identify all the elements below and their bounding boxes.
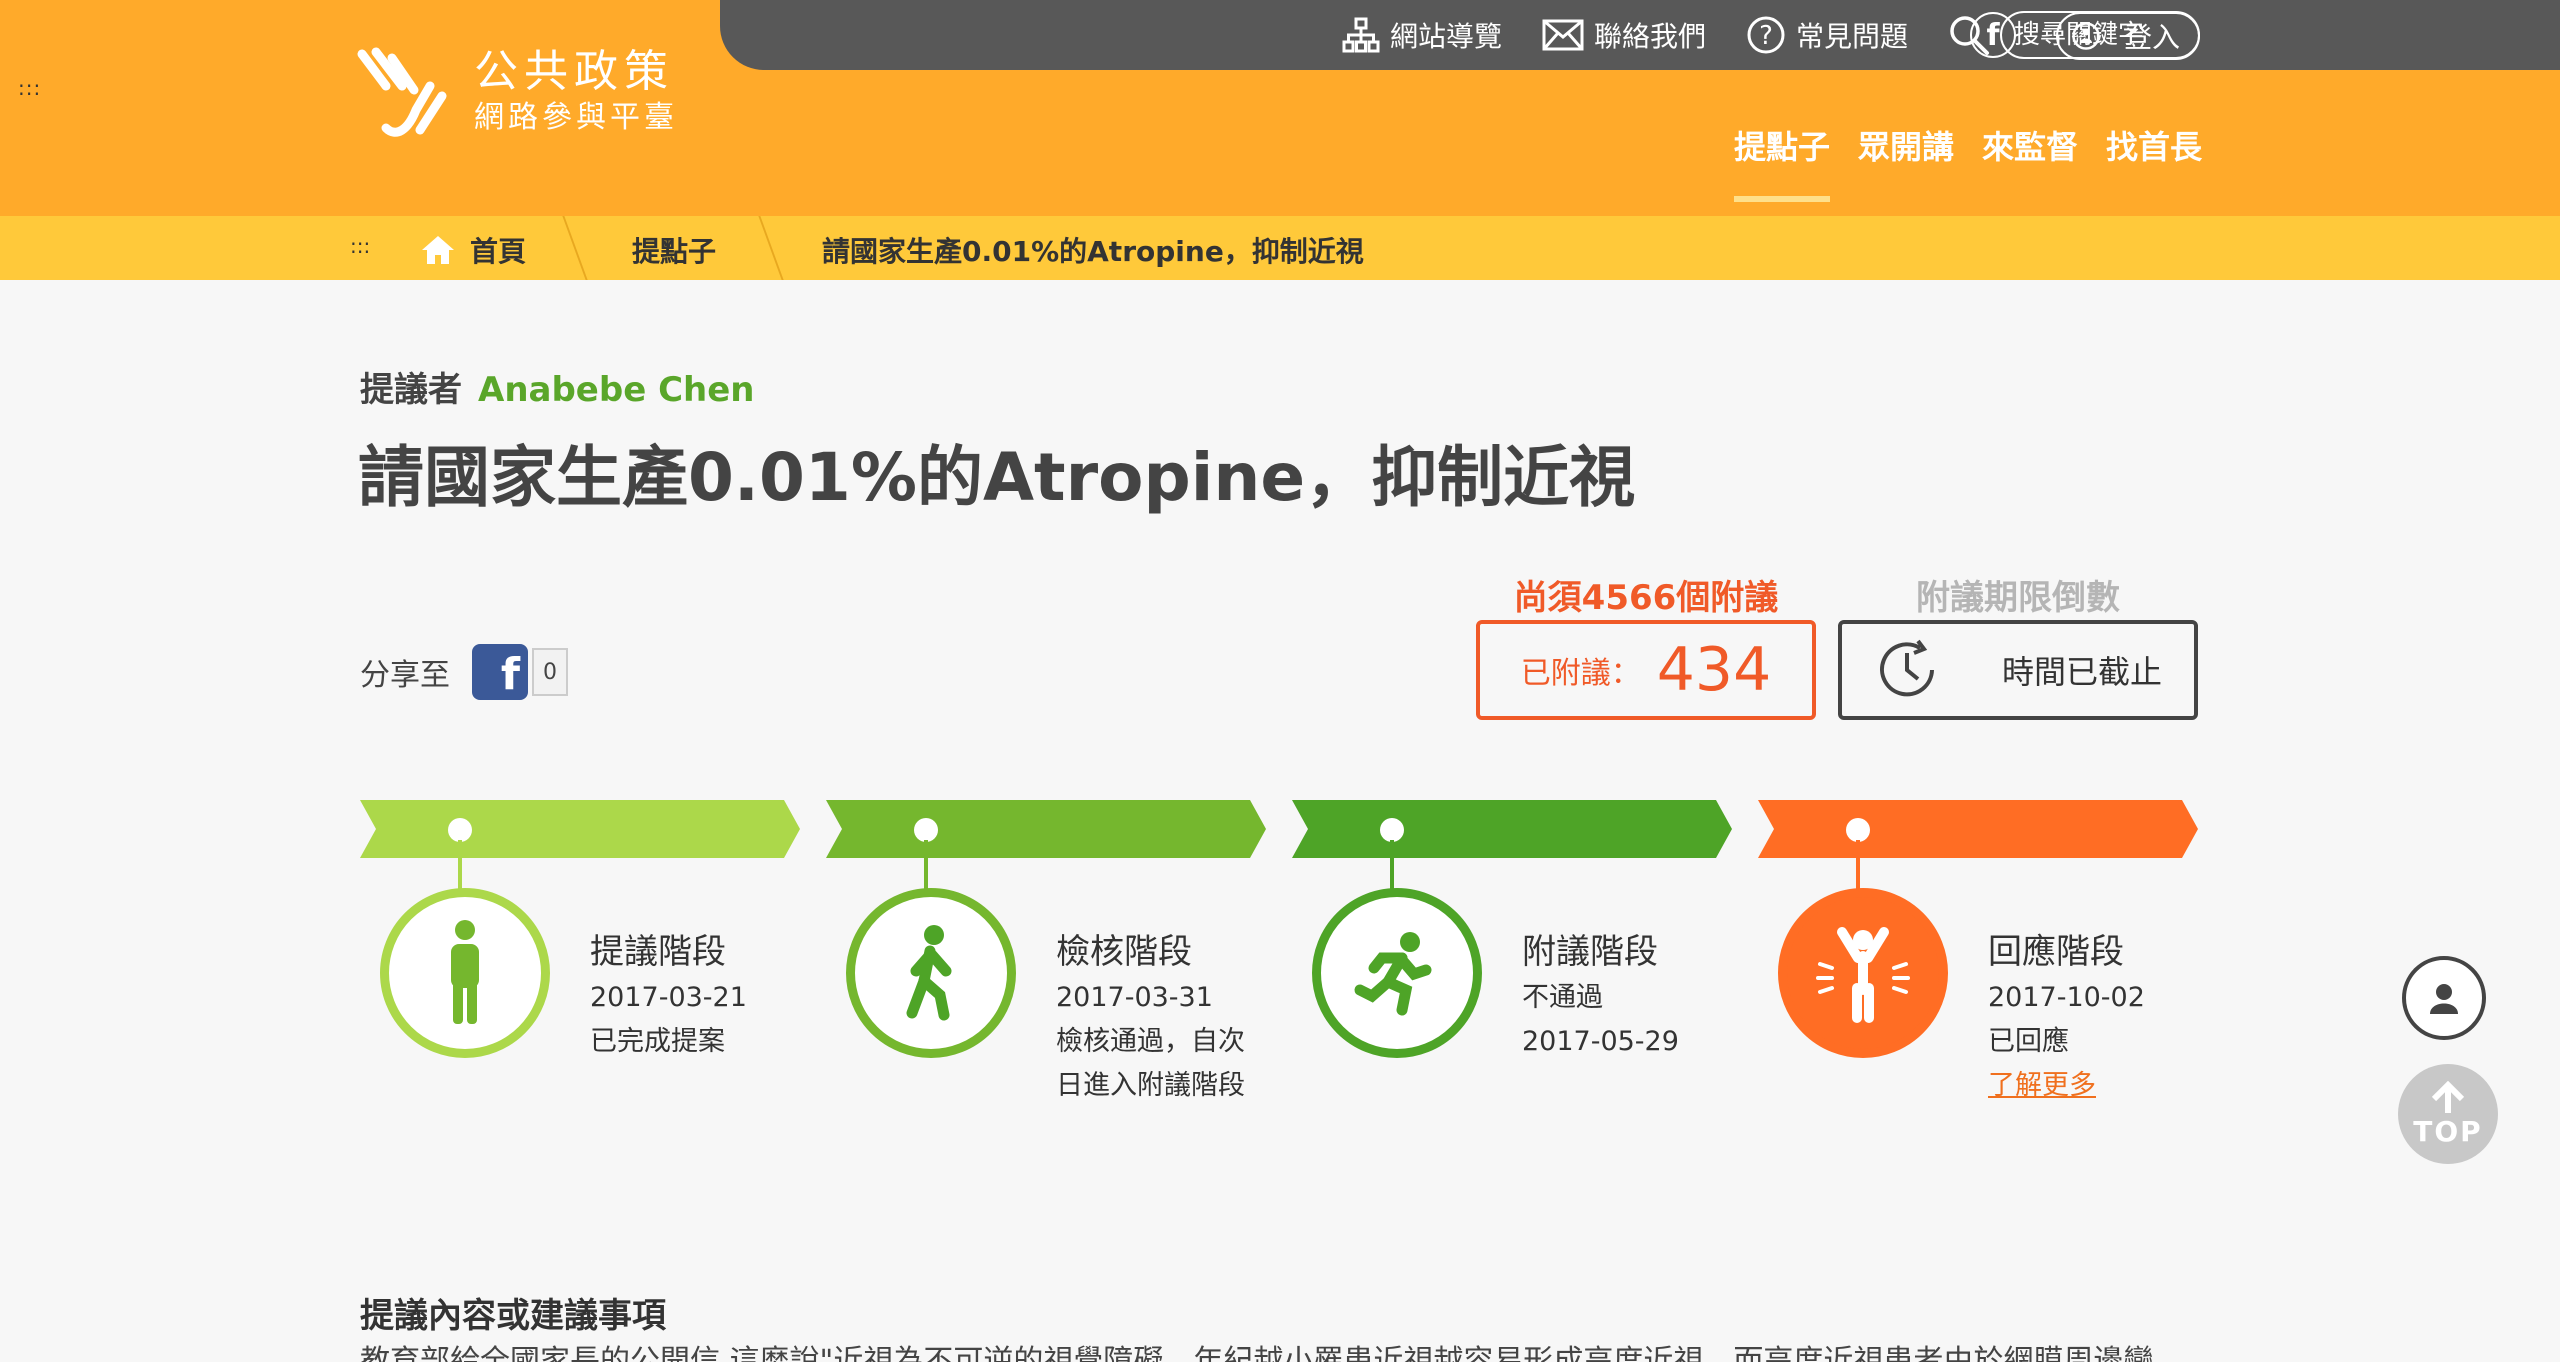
breadcrumb: ::: 首頁 提點子 請國家生產0.01%的Atropine，抑制近視 — [0, 216, 2560, 280]
breadcrumb-home-label: 首頁 — [470, 235, 527, 268]
learn-more-link[interactable]: 了解更多 — [1988, 1064, 2218, 1108]
proposer-name: Anabebe Chen — [478, 370, 755, 410]
contact-label: 聯絡我們 — [1593, 20, 1706, 53]
stage-dot — [914, 818, 938, 842]
arrow-up-icon — [2431, 1080, 2465, 1113]
stage-text: 回應階段 2017-10-02 已回應 了解更多 — [1988, 928, 2218, 1108]
faq-label: 常見問題 — [1795, 20, 1908, 53]
stage-name: 附議階段 — [1522, 932, 1658, 972]
stage-status: 已回應 — [1988, 1026, 2069, 1057]
home-icon — [422, 236, 454, 264]
faq-link[interactable]: ? 常見問題 — [1746, 15, 1908, 55]
sitemap-label: 網站導覽 — [1389, 20, 1502, 53]
nav-leaders[interactable]: 找首長 — [2106, 122, 2202, 168]
stage-text: 附議階段 不通過 2017-05-29 — [1522, 928, 1752, 1064]
breadcrumb-separator — [758, 216, 802, 280]
login-button[interactable]: 登入 — [2056, 12, 2200, 60]
stage-circle — [1312, 888, 1482, 1058]
back-to-top-button[interactable]: TOP — [2398, 1064, 2498, 1164]
logo-subtitle: 網路參與平臺 — [474, 100, 678, 135]
countdown-label: 附議期限倒數 — [1916, 578, 2120, 618]
sitemap-link[interactable]: 網站導覽 — [1342, 15, 1502, 55]
stage-status: 不通過 — [1522, 982, 1603, 1013]
breadcrumb-section[interactable]: 提點子 — [632, 230, 716, 270]
stage-status: 檢核通過，自次 — [1056, 1026, 1245, 1057]
stage-dot — [448, 818, 472, 842]
remaining-cosigns: 尚須4566個附議 — [1513, 578, 1779, 618]
stage-dot — [1380, 818, 1404, 842]
stage-name: 檢核階段 — [1056, 932, 1192, 972]
logo-mark-icon — [357, 47, 447, 137]
breadcrumb-grip-icon: ::: — [350, 234, 371, 258]
main-nav: 提點子 眾開講 來監督 找首長 — [1734, 122, 2230, 202]
svg-text:?: ? — [1759, 21, 1773, 51]
stage-band — [1758, 800, 2198, 858]
logo-title: 公共政策 — [474, 46, 674, 97]
top-label: TOP — [2413, 1114, 2483, 1148]
standing-person-icon — [451, 920, 479, 1024]
sitemap-icon — [1342, 17, 1380, 53]
stage-name: 提議階段 — [590, 932, 726, 972]
stage-date: 2017-10-02 — [1988, 982, 2145, 1013]
stage-date: 2017-05-29 — [1522, 1026, 1679, 1057]
stage-stem — [458, 840, 462, 890]
stage-date: 2017-03-31 — [1056, 982, 1213, 1013]
share-bar: 分享至 f 0 — [360, 644, 568, 700]
facebook-icon: f — [1986, 17, 2000, 53]
facebook-share-button[interactable]: f — [472, 644, 528, 700]
nav-monitor[interactable]: 來監督 — [1982, 122, 2078, 168]
user-icon — [2072, 22, 2100, 50]
stage-stem — [1390, 840, 1394, 890]
running-person-icon — [1354, 932, 1432, 1016]
nav-discuss[interactable]: 眾開講 — [1858, 122, 1954, 168]
stage-stem — [924, 840, 928, 890]
cosign-count: 434 — [1656, 635, 1772, 705]
contact-link[interactable]: 聯絡我們 — [1542, 15, 1706, 55]
stage-dot — [1846, 818, 1870, 842]
member-float-button[interactable] — [2402, 956, 2486, 1040]
stage-band — [826, 800, 1266, 858]
site-logo[interactable]: 公共政策 網路參與平臺 — [356, 46, 678, 146]
proposer-label: 提議者 — [360, 370, 462, 410]
clock-icon — [1880, 639, 1934, 697]
breadcrumb-separator — [562, 216, 606, 280]
question-icon: ? — [1747, 16, 1785, 54]
page-title: 請國家生產0.01%的Atropine，抑制近視 — [358, 439, 1636, 516]
stage-text: 提議階段 2017-03-21 已完成提案 — [590, 928, 820, 1064]
stage-circle — [380, 888, 550, 1058]
proposer: 提議者 Anabebe Chen — [360, 362, 755, 411]
walking-person-icon — [906, 925, 952, 1021]
share-count: 0 — [532, 648, 568, 696]
stage-date: 2017-03-21 — [590, 982, 747, 1013]
proposal-body-text: 教育部給全國家長的公開信 這麼說"近視為不可逆的視覺障礙，年紀越小罹患近視越容易… — [360, 1344, 2154, 1362]
countdown-box: 時間已截止 — [1838, 620, 2198, 720]
stage-stem — [1856, 840, 1860, 890]
breadcrumb-current: 請國家生產0.01%的Atropine，抑制近視 — [822, 235, 1364, 268]
stage-circle — [846, 888, 1016, 1058]
breadcrumb-home[interactable]: 首頁 — [420, 230, 526, 270]
corner-grip-icon: ::: — [18, 76, 42, 100]
login-label: 登入 — [2123, 21, 2180, 54]
user-icon — [2430, 984, 2458, 1014]
stage-band — [360, 800, 800, 858]
stage-status-cont: 日進入附議階段 — [1056, 1070, 1245, 1101]
section-heading: 提議內容或建議事項 — [360, 1296, 666, 1336]
cheering-person-icon — [1816, 927, 1910, 1023]
cosign-counter: 已附議： 434 — [1476, 620, 1816, 720]
facebook-icon: f — [500, 649, 520, 700]
top-utility-bar: 網站導覽 聯絡我們 ? 常見問題 — [720, 0, 2560, 70]
stage-band — [1292, 800, 1732, 858]
site-header: ::: 公共政策 網路參與平臺 網站導覽 聯絡我們 ? 常見問題 搜尋關鍵字 f… — [0, 0, 2560, 216]
stage-circle — [1778, 888, 1948, 1058]
stage-name: 回應階段 — [1988, 932, 2124, 972]
countdown-status: 時間已截止 — [2002, 653, 2163, 691]
envelope-icon — [1542, 19, 1584, 51]
stage-text: 檢核階段 2017-03-31 檢核通過，自次 日進入附議階段 — [1056, 928, 1286, 1108]
share-label: 分享至 — [360, 658, 450, 693]
cosign-label: 已附議： — [1520, 656, 1641, 691]
facebook-link[interactable]: f — [1970, 12, 2016, 58]
stage-status: 已完成提案 — [590, 1026, 725, 1057]
nav-propose[interactable]: 提點子 — [1734, 122, 1831, 202]
